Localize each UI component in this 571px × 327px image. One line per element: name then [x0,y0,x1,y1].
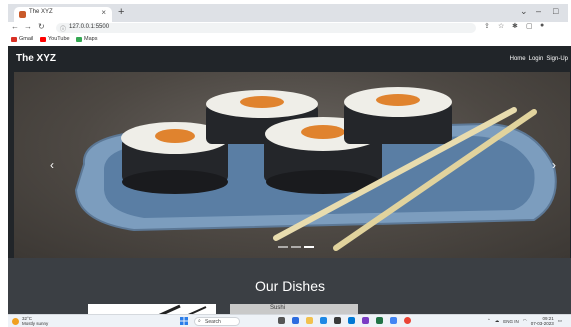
extensions-icon[interactable]: ✱ [512,22,518,30]
clock-date: 07-03-2023 [530,321,554,326]
bookmark-label: YouTube [48,36,70,42]
address-bar-row: ← → ↻ ⓘ 127.0.0.1:5500 ⇪ ☆ ✱ ▢ ● [8,22,568,34]
info-icon[interactable]: ⓘ [60,24,66,33]
task-view-icon[interactable] [278,317,285,324]
chrome-icon[interactable] [390,317,397,324]
new-tab-button[interactable]: + [118,6,124,18]
youtube-icon [40,36,46,42]
bookmark-gmail[interactable]: Gmail [11,36,33,42]
tab-favicon-icon [19,11,26,18]
browser-tabstrip: The XYZ × + ⌄ – □ [8,4,568,22]
site-brand[interactable]: The XYZ [16,53,56,64]
bookmark-maps[interactable]: Maps [76,36,97,42]
windows-start-icon[interactable] [180,317,188,325]
nav-signup-link[interactable]: Sign-Up [546,56,568,62]
carousel-indicator-active[interactable] [304,246,314,248]
nav-links: Home Login Sign-Up [510,56,568,62]
bookmark-star-icon[interactable]: ☆ [498,22,504,30]
tab-close-icon[interactable]: × [101,8,106,17]
chat-icon[interactable] [292,317,299,324]
back-icon[interactable]: ← [11,22,19,31]
clock[interactable]: 09:21 07-03-2023 [531,316,554,326]
dish-card[interactable] [88,304,216,314]
weather-widget[interactable]: 32°C Mostly sunny [12,316,48,326]
mail-icon[interactable] [348,317,355,324]
minimize-button[interactable]: – [536,6,541,16]
weather-desc: Mostly sunny [22,321,49,326]
hero-carousel: ‹ › [14,72,570,258]
system-tray: ⌃ ☁ ENG IN ◠ 09:21 07-03-2023 ▭ [487,316,562,326]
cloud-icon[interactable]: ☁ [495,318,500,324]
url-text: 127.0.0.1:5500 [69,24,110,30]
bookmark-youtube[interactable]: YouTube [40,36,70,42]
forward-icon[interactable]: → [24,22,32,31]
carousel-indicator[interactable] [278,246,288,248]
excel-icon[interactable] [376,317,383,324]
notification-icon[interactable]: ▭ [558,318,562,324]
weather-text: 32°C Mostly sunny [22,316,48,326]
gmail-icon [11,36,17,42]
sun-icon [12,317,19,325]
sushi-image [74,87,557,251]
maps-icon [76,36,82,42]
profile-icon[interactable]: ● [540,22,544,29]
chrome-profile-icon[interactable] [404,317,411,324]
tab-search-icon[interactable]: ⌄ [520,6,528,17]
dish-card-title: Sushi [270,305,286,311]
bookmark-label: Gmail [19,36,34,42]
maximize-button[interactable]: □ [553,6,558,16]
sushi-roll-4 [344,87,452,144]
search-icon: ⌕ [198,318,201,324]
bookmark-label: Maps [84,36,98,42]
dish-card[interactable]: Sushi [230,304,358,314]
reload-icon[interactable]: ↻ [38,22,45,31]
sidebar-icon[interactable]: ▢ [526,22,533,30]
carousel-indicator[interactable] [291,246,301,248]
carousel-next-icon[interactable]: › [552,158,556,172]
language-indicator[interactable]: ENG IN [503,319,519,324]
section-title: Our Dishes [254,278,326,294]
website-viewport: The XYZ Home Login Sign-Up ‹ › Our Dishe… [8,46,571,314]
share-icon[interactable]: ⇪ [484,22,490,30]
tab-title: The XYZ [29,9,53,15]
dishes-section: Our Dishes Sushi [8,258,571,314]
carousel-indicators [278,246,314,248]
taskbar-search[interactable]: ⌕ Search [194,317,240,326]
dish-card-image [158,304,207,314]
screen: The XYZ × + ⌄ – □ ← → ↻ ⓘ 127.0.0.1:5500… [0,0,571,327]
windows-taskbar: 32°C Mostly sunny ⌕ Search ⌃ ☁ ENG IN ◠ [8,314,571,327]
store-icon[interactable] [334,317,341,324]
site-navbar: The XYZ Home Login Sign-Up [8,46,571,72]
url-input[interactable]: ⓘ 127.0.0.1:5500 [56,23,476,33]
file-explorer-icon[interactable] [306,317,313,324]
bookmarks-bar: Gmail YouTube Maps [8,35,568,46]
carousel-prev-icon[interactable]: ‹ [50,158,54,172]
wifi-icon[interactable]: ◠ [523,318,527,324]
nav-home-link[interactable]: Home [510,56,526,62]
search-label: Search [205,319,221,325]
browser-tab[interactable]: The XYZ × [14,7,112,22]
nav-login-link[interactable]: Login [529,56,544,62]
app-icon[interactable] [362,317,369,324]
edge-icon[interactable] [320,317,327,324]
chevron-up-icon[interactable]: ⌃ [487,318,491,324]
